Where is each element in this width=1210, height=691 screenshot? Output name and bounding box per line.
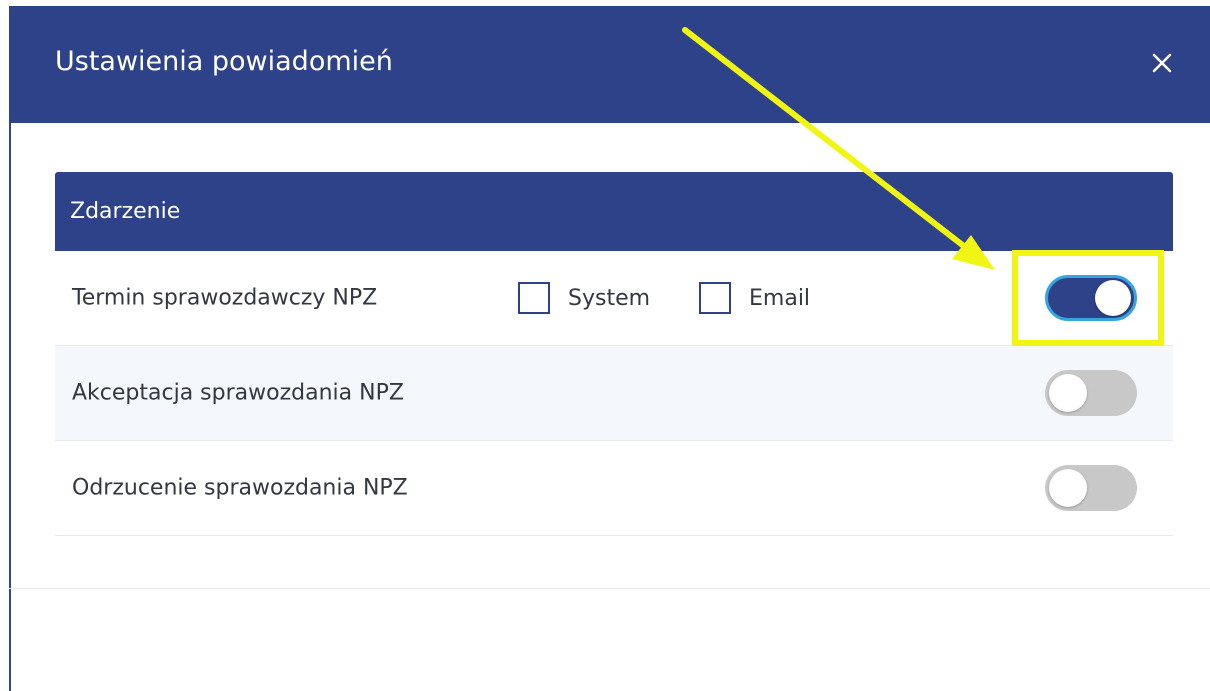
system-checkbox[interactable] [518,282,550,314]
toggle-termin-sprawozdawczy[interactable] [1045,275,1137,321]
close-button[interactable] [1145,46,1179,80]
column-header-event: Zdarzenie [70,199,181,224]
event-label: Termin sprawozdawczy NPZ [72,285,378,311]
event-label: Odrzucenie sprawozdania NPZ [72,475,408,501]
toggle-odrzucenie[interactable] [1045,465,1137,511]
dialog-header: Ustawienia powiadomień [9,6,1210,123]
system-checkbox-group[interactable]: System [518,282,650,314]
email-checkbox-group[interactable]: Email [699,282,810,314]
table-row: Termin sprawozdawczy NPZ System Email [55,251,1173,346]
email-checkbox[interactable] [699,282,731,314]
toggle-akceptacja[interactable] [1045,370,1137,416]
system-checkbox-label: System [568,285,651,311]
event-label: Akceptacja sprawozdania NPZ [72,380,404,406]
events-table: Zdarzenie Termin sprawozdawczy NPZ Syste… [55,172,1173,536]
toggle-knob [1095,280,1131,316]
close-icon [1152,53,1172,73]
dialog-title: Ustawienia powiadomień [55,46,393,77]
table-row: Akceptacja sprawozdania NPZ [55,346,1173,441]
email-checkbox-label: Email [749,285,811,311]
table-header: Zdarzenie [55,172,1173,251]
table-row: Odrzucenie sprawozdania NPZ [55,441,1173,536]
toggle-knob [1049,469,1087,507]
toggle-knob [1049,374,1087,412]
footer-divider [9,588,1210,589]
